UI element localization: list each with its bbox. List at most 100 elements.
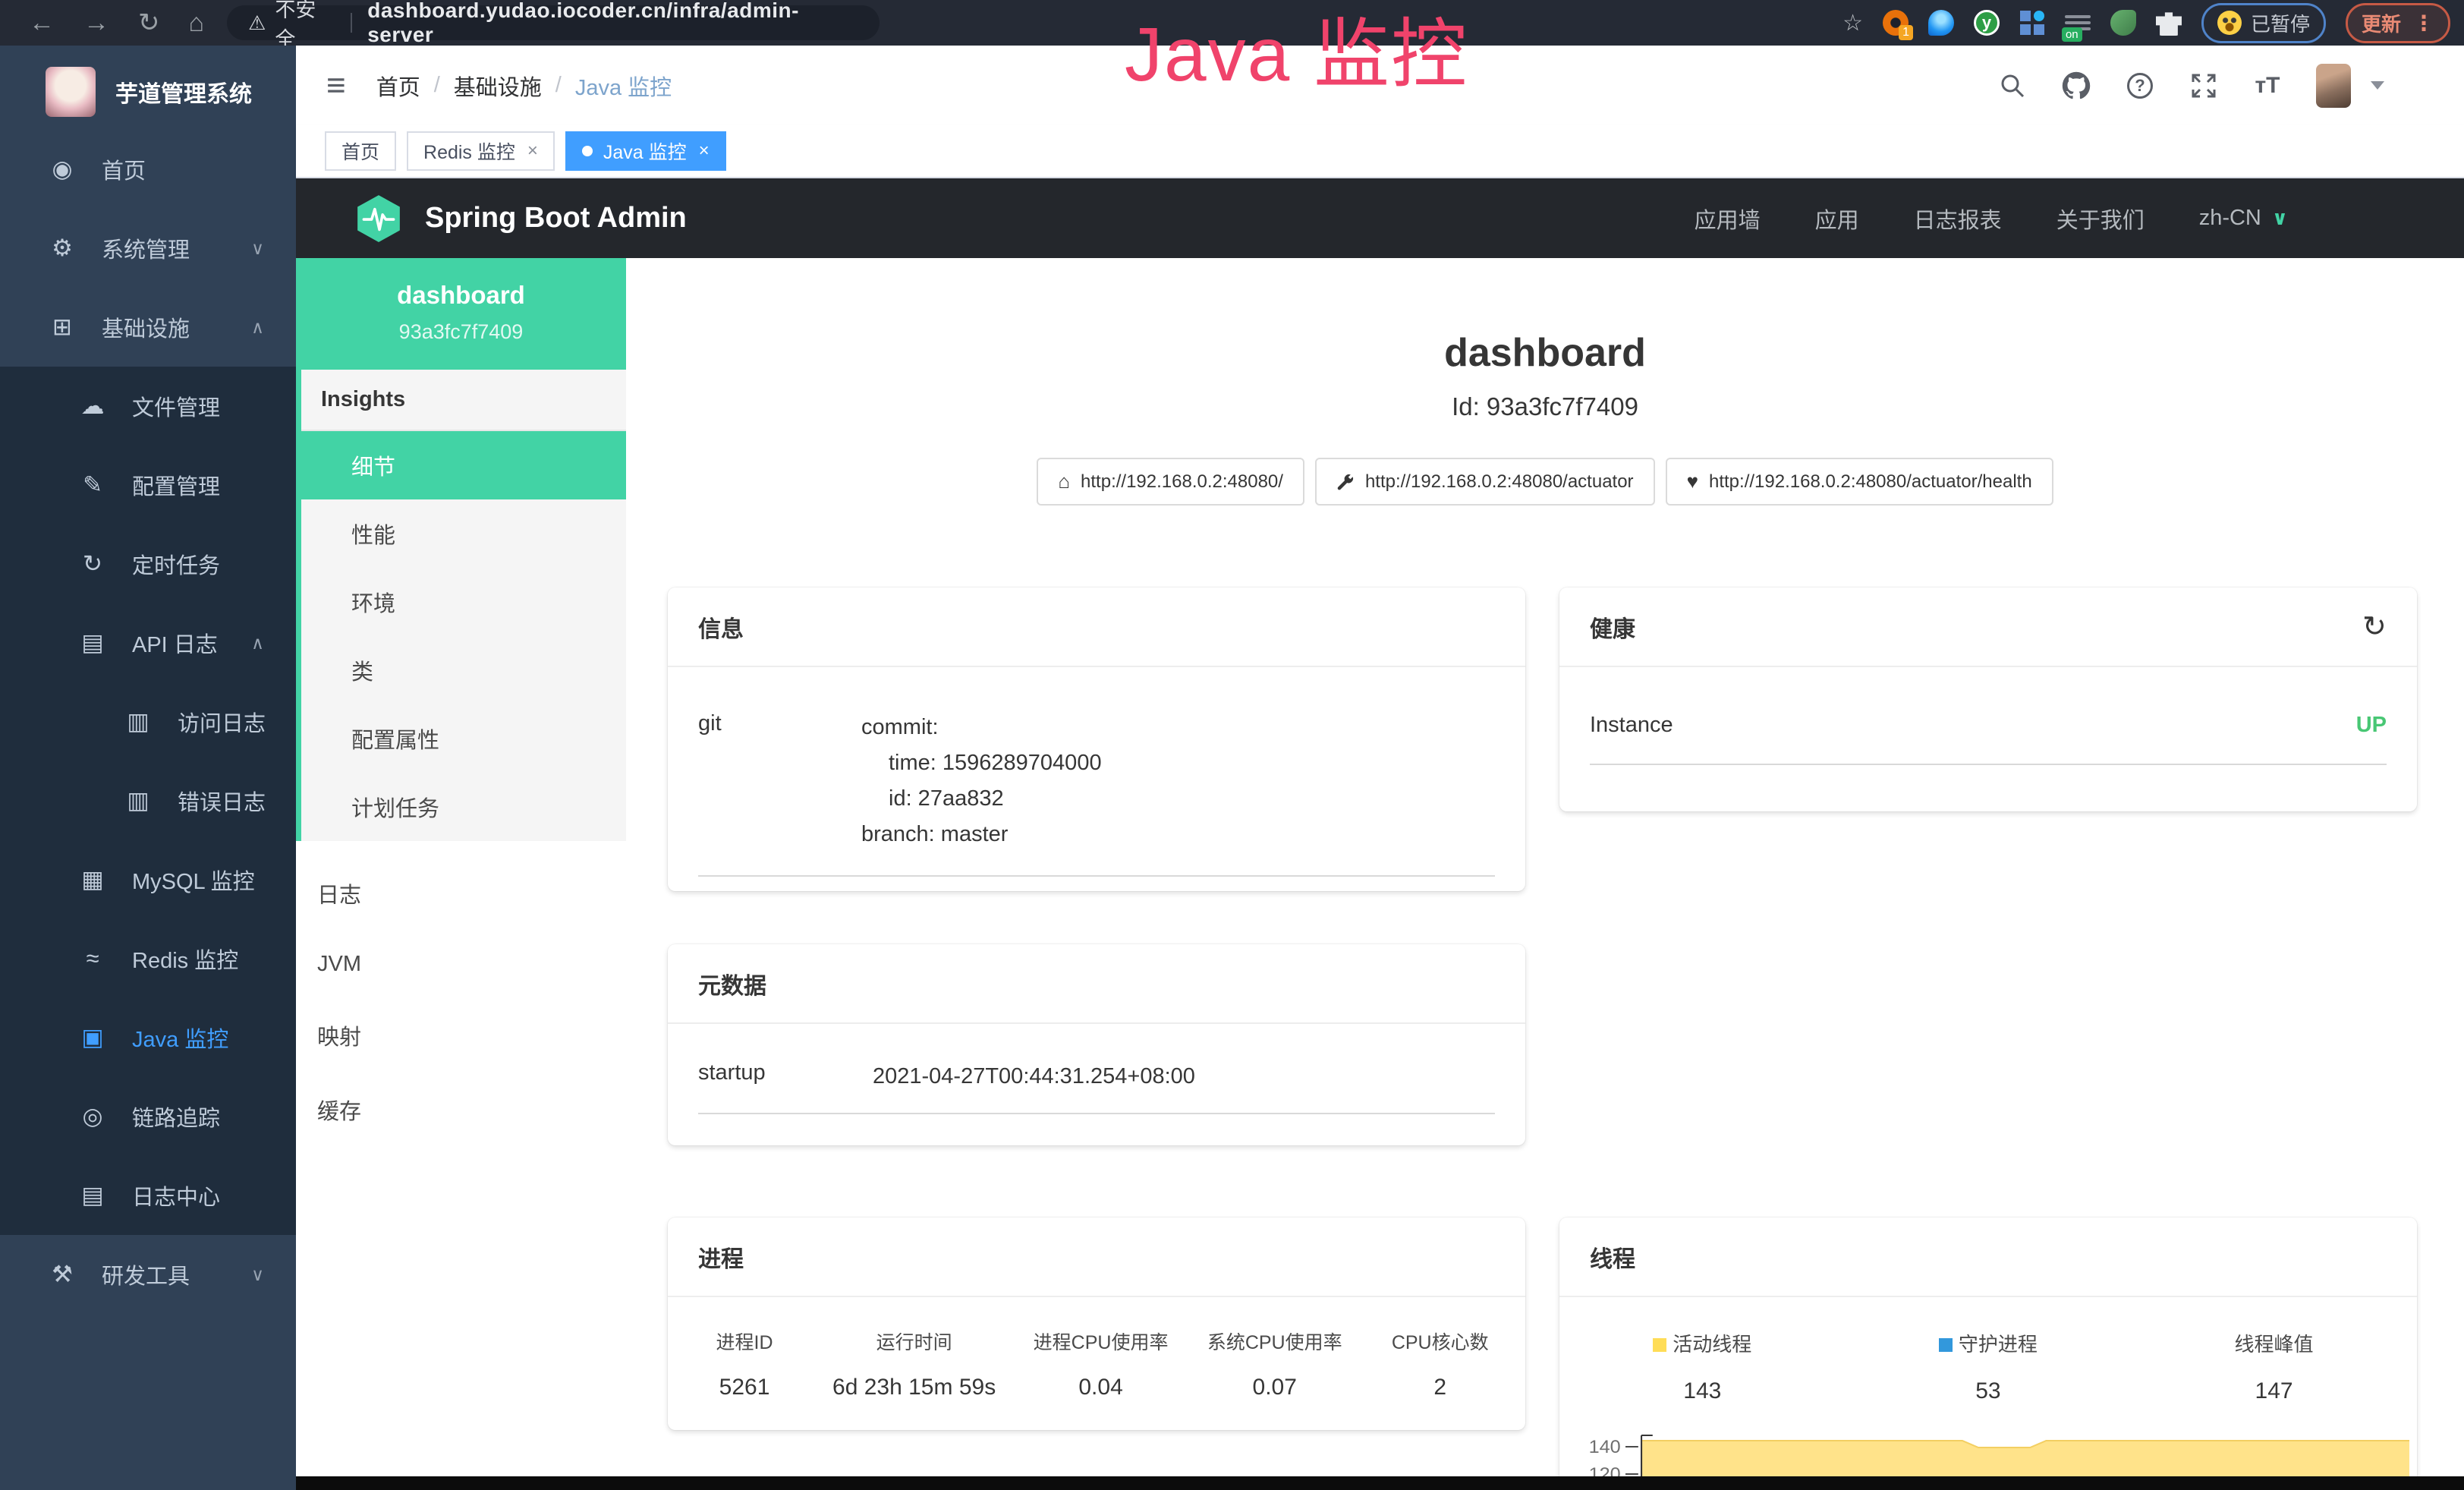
breadcrumb-separator: / <box>555 73 562 98</box>
log-icon: ▤ <box>76 1182 109 1209</box>
bookmark-star-icon[interactable]: ☆ <box>1842 10 1863 36</box>
col-header-uptime: 运行时间 <box>817 1328 1012 1355</box>
paused-pill[interactable]: 已暂停 <box>2201 3 2326 43</box>
actuator-url-button[interactable]: http://192.168.0.2:48080/actuator <box>1315 458 1655 506</box>
font-size-icon[interactable]: тT <box>2252 71 2283 101</box>
threads-legend: 活动线程 守护进程 线程峰值 <box>1559 1329 2417 1357</box>
instance-header[interactable]: dashboard 93a3fc7f7409 <box>296 258 626 370</box>
tab-java-monitor[interactable]: Java 监控 × <box>565 131 726 171</box>
metadata-key: startup <box>698 1059 873 1095</box>
sba-nav-wall[interactable]: 应用墙 <box>1695 203 1761 235</box>
card-title: 元数据 <box>698 967 766 1000</box>
sidebar-item-dev-tools[interactable]: ⚒ 研发工具 ∨ <box>0 1235 296 1314</box>
sidebar-item-trace[interactable]: ◎ 链路追踪 <box>0 1077 296 1156</box>
sidebar-item-redis[interactable]: ≈ Redis 监控 <box>0 919 296 998</box>
extension-icon-on[interactable]: on <box>2065 10 2091 36</box>
fullscreen-icon[interactable] <box>2189 71 2219 101</box>
sba-menu-classes[interactable]: 类 <box>301 636 626 704</box>
browser-reload-icon[interactable]: ↻ <box>138 8 160 38</box>
sidebar-item-access-log[interactable]: ▥ 访问日志 <box>0 682 296 761</box>
sidebar-item-error-log[interactable]: ▥ 错误日志 <box>0 761 296 840</box>
avatar-caret-icon[interactable] <box>2371 81 2384 90</box>
extension-icon-pin[interactable] <box>1928 10 1954 36</box>
sba-menu-logs[interactable]: 日志 <box>296 856 626 931</box>
extension-badge: 1 <box>1899 25 1913 40</box>
sidebar-item-label: 研发工具 <box>102 1258 190 1290</box>
history-icon[interactable]: ↺ <box>2362 610 2387 644</box>
help-icon[interactable]: ? <box>2125 71 2155 101</box>
extension-icon-leaf[interactable] <box>2110 10 2136 36</box>
close-icon[interactable]: × <box>527 140 538 162</box>
sba-menu-environment[interactable]: 环境 <box>301 568 626 636</box>
col-header-pid: 进程ID <box>672 1328 817 1355</box>
sba-menu-config-props[interactable]: 配置属性 <box>301 704 626 773</box>
hamburger-icon[interactable]: ≡ <box>326 67 346 105</box>
tab-home[interactable]: 首页 <box>325 131 396 171</box>
sba-menu-mappings[interactable]: 映射 <box>296 998 626 1073</box>
sidebar-item-infra[interactable]: ⊞ 基础设施 ∧ <box>0 288 296 367</box>
close-icon[interactable]: × <box>699 140 710 162</box>
sidebar-item-label: 系统管理 <box>102 232 190 264</box>
search-icon[interactable] <box>1997 71 2028 101</box>
sidebar-item-mysql[interactable]: ▦ MySQL 监控 <box>0 840 296 919</box>
extension-icon-grid[interactable] <box>2019 10 2045 36</box>
sba-language-select[interactable]: zh-CN ∨ <box>2199 206 2288 231</box>
sba-menu-scheduled-tasks[interactable]: 计划任务 <box>301 773 626 841</box>
sba-menu-details[interactable]: 细节 <box>301 431 626 499</box>
heartbeat-icon: ♥ <box>1687 470 1698 493</box>
tab-label: Redis 监控 <box>423 137 515 165</box>
tab-redis[interactable]: Redis 监控 × <box>407 131 555 171</box>
sidebar-item-file[interactable]: ☁ 文件管理 <box>0 367 296 446</box>
sba-nav: 应用墙 应用 日志报表 关于我们 zh-CN ∨ <box>1695 203 2288 235</box>
git-time-line: time: 1596289704000 <box>861 745 1102 781</box>
tab-label: 首页 <box>341 137 379 165</box>
sba-nav-applications[interactable]: 应用 <box>1815 203 1859 235</box>
extension-icon-orange[interactable]: 1 <box>1883 10 1909 36</box>
sidebar-item-system[interactable]: ⚙ 系统管理 ∨ <box>0 209 296 288</box>
dashboard-icon: ◉ <box>46 156 79 183</box>
sidebar-item-label: 链路追踪 <box>132 1101 220 1132</box>
address-bar[interactable]: ⚠ 不安全 dashboard.yudao.iocoder.cn/infra/a… <box>227 5 880 40</box>
blue-swatch-icon <box>1939 1338 1953 1352</box>
app-logo-row[interactable]: 芋道管理系统 <box>0 46 296 117</box>
sidebar-item-log-center[interactable]: ▤ 日志中心 <box>0 1156 296 1235</box>
sidebar-item-job[interactable]: ↻ 定时任务 <box>0 524 296 603</box>
extensions-puzzle-icon[interactable] <box>2156 10 2182 36</box>
browser-forward-icon[interactable]: → <box>83 8 109 38</box>
card-header: 进程 <box>668 1218 1525 1297</box>
card-body: Instance UP <box>1559 667 2417 765</box>
legend-daemon-threads: 守护进程 <box>1846 1329 2132 1357</box>
browser-back-icon[interactable]: ← <box>29 8 55 38</box>
sba-brand[interactable]: Spring Boot Admin <box>425 202 687 235</box>
user-avatar[interactable] <box>2316 64 2351 108</box>
sba-nav-journal[interactable]: 日志报表 <box>1914 203 2002 235</box>
service-url-button[interactable]: ⌂ http://192.168.0.2:48080/ <box>1037 458 1304 506</box>
sba-logo-icon[interactable] <box>354 194 404 244</box>
sidebar-item-label: 定时任务 <box>132 548 220 580</box>
tab-bar: 首页 Redis 监控 × Java 监控 × <box>296 125 2464 178</box>
breadcrumb: 首页 / 基础设施 / Java 监控 <box>376 70 672 102</box>
warning-icon: ⚠ <box>248 11 266 35</box>
paused-label: 已暂停 <box>2251 9 2310 37</box>
col-header-process-cpu: 进程CPU使用率 <box>1012 1328 1190 1355</box>
breadcrumb-infra[interactable]: 基础设施 <box>454 70 542 102</box>
sba-menu-jvm[interactable]: JVM <box>296 931 626 998</box>
chrome-update-button[interactable]: 更新 ⋮ <box>2346 3 2450 43</box>
sidebar-item-home[interactable]: ◉ 首页 <box>0 130 296 209</box>
sba-nav-about[interactable]: 关于我们 <box>2056 203 2145 235</box>
extension-icon-y[interactable]: y <box>1974 10 2000 36</box>
health-url-button[interactable]: ♥ http://192.168.0.2:48080/actuator/heal… <box>1666 458 2053 506</box>
sba-menu-metrics[interactable]: 性能 <box>301 499 626 568</box>
update-label: 更新 <box>2362 9 2401 37</box>
sidebar-item-api-log[interactable]: ▤ API 日志 ∧ <box>0 603 296 682</box>
breadcrumb-home[interactable]: 首页 <box>376 70 420 102</box>
chrome-menu-icon[interactable]: ⋮ <box>2413 11 2434 36</box>
wrench-icon <box>1336 473 1355 491</box>
sba-menu-caches[interactable]: 缓存 <box>296 1073 626 1147</box>
sidebar-item-java-monitor[interactable]: ▣ Java 监控 <box>0 998 296 1077</box>
legend-label: 线程峰值 <box>2235 1333 2314 1356</box>
annotation-text: Java 监控 <box>1125 0 1468 102</box>
sidebar-item-config[interactable]: ✎ 配置管理 <box>0 446 296 524</box>
github-icon[interactable] <box>2061 71 2091 101</box>
browser-home-icon[interactable]: ⌂ <box>189 8 205 38</box>
